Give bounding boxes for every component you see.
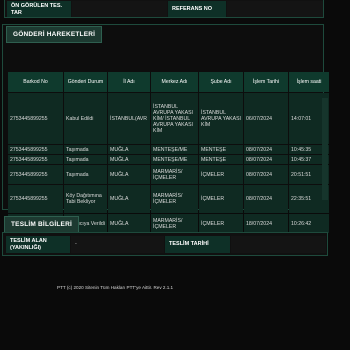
cell-barcode: 2753445899255	[8, 165, 63, 184]
cell-center: İSTANBUL AVRUPA YAKASI KİM/ İSTANBUL AVR…	[151, 93, 198, 144]
column-header-city: İl Adı	[108, 72, 150, 92]
cell-status: Taşımada	[64, 155, 107, 164]
cell-branch: İÇMELER	[199, 214, 243, 233]
cell-city: MUĞLA	[108, 155, 150, 164]
expected-delivery-date-label: ÖN GÖRÜLEN TES. TAR	[7, 1, 71, 17]
cell-branch: İÇMELER	[199, 165, 243, 184]
cell-barcode: 2753445899255	[8, 93, 63, 144]
cell-city: MUĞLA	[108, 214, 150, 233]
cell-center: MARMARİS/ İÇMELER	[151, 165, 198, 184]
table-row: 2753445899255 Kabul Edildi İSTANBUL(AVR …	[8, 93, 329, 144]
cell-center: MENTEŞE/ME	[151, 145, 198, 154]
cell-date: 08/07/2024	[244, 165, 288, 184]
cell-date: 08/07/2024	[244, 185, 288, 213]
table-header-row: Barkod No Gönderi Durum İl Adı Merkez Ad…	[8, 72, 329, 92]
cell-branch: İÇMELER	[199, 185, 243, 213]
scrollbar[interactable]	[322, 98, 328, 200]
cell-time: 10:26:42	[289, 214, 329, 233]
cell-city: İSTANBUL(AVR	[108, 93, 150, 144]
tracking-info-panel: ÖN GÖRÜLEN TES. TAR REFERANS NO	[4, 0, 324, 18]
cell-status: Taşımada	[64, 165, 107, 184]
column-header-status: Gönderi Durum	[64, 72, 107, 92]
cell-branch: MENTEŞE	[199, 155, 243, 164]
reference-number-label: REFERANS NO	[168, 1, 226, 17]
column-header-branch: Şube Adı	[199, 72, 243, 92]
cell-city: MUĞLA	[108, 165, 150, 184]
column-header-date: İşlem Tarihi	[244, 72, 288, 92]
cell-center: MENTEŞE/ME	[151, 155, 198, 164]
footer-copyright: PTT (c) 2020 Sitenin Tüm Hakları PTT'ye …	[57, 285, 174, 290]
receiver-value: -	[71, 236, 164, 253]
cell-status: Taşımada	[64, 145, 107, 154]
cell-barcode: 2753445899255	[8, 145, 63, 154]
cell-barcode: 2753445899255	[8, 155, 63, 164]
shipment-movements-panel: GÖNDERİ HAREKETLERİ Barkod No Gönderi Du…	[2, 24, 329, 233]
cell-branch: İSTANBUL AVRUPA YAKASI KİM	[199, 93, 243, 144]
cell-date: 08/07/2024	[244, 145, 288, 154]
movements-table: Barkod No Gönderi Durum İl Adı Merkez Ad…	[7, 71, 330, 234]
cell-city: MUĞLA	[108, 185, 150, 213]
cell-date: 06/07/2024	[244, 93, 288, 144]
table-row: 2753445899255 Taşımada MUĞLA MARMARİS/ İ…	[8, 165, 329, 184]
cell-date: 18/07/2024	[244, 214, 288, 233]
table-row: 2753445899255 Taşımada MUĞLA MENTEŞE/ME …	[8, 155, 329, 164]
column-header-barcode: Barkod No	[8, 72, 63, 92]
table-row: 2753445899255 Köy Dağıtımına Tabi Bekliy…	[8, 185, 329, 213]
cell-city: MUĞLA	[108, 145, 150, 154]
cell-center: MARMARİS/ İÇMELER	[151, 214, 198, 233]
cell-status: Kabul Edildi	[64, 93, 107, 144]
cell-status: Köy Dağıtımına Tabi Bekliyor	[64, 185, 107, 213]
receiver-label: TESLİM ALAN (YAKINLIĞI)	[6, 236, 70, 253]
cell-date: 08/07/2024	[244, 155, 288, 164]
column-header-time: İşlem saati	[289, 72, 329, 92]
column-header-center: Merkez Adı	[151, 72, 198, 92]
delivery-info-panel: TESLİM ALAN (YAKINLIĞI) - TESLİM TARİHİ	[2, 232, 328, 256]
cell-center: MARMARİS/ İÇMELER	[151, 185, 198, 213]
movements-section-title: GÖNDERİ HAREKETLERİ	[6, 26, 103, 43]
delivery-date-label: TESLİM TARİHİ	[165, 236, 230, 253]
delivery-date-value	[231, 236, 326, 253]
expected-delivery-date-value	[72, 1, 167, 17]
cell-branch: MENTEŞE	[199, 145, 243, 154]
delivery-section-title: TESLİM BİLGİLERİ	[4, 216, 79, 233]
reference-number-value	[227, 1, 323, 17]
cell-barcode: 2753445899255	[8, 185, 63, 213]
table-row: 2753445899255 Taşımada MUĞLA MENTEŞE/ME …	[8, 145, 329, 154]
